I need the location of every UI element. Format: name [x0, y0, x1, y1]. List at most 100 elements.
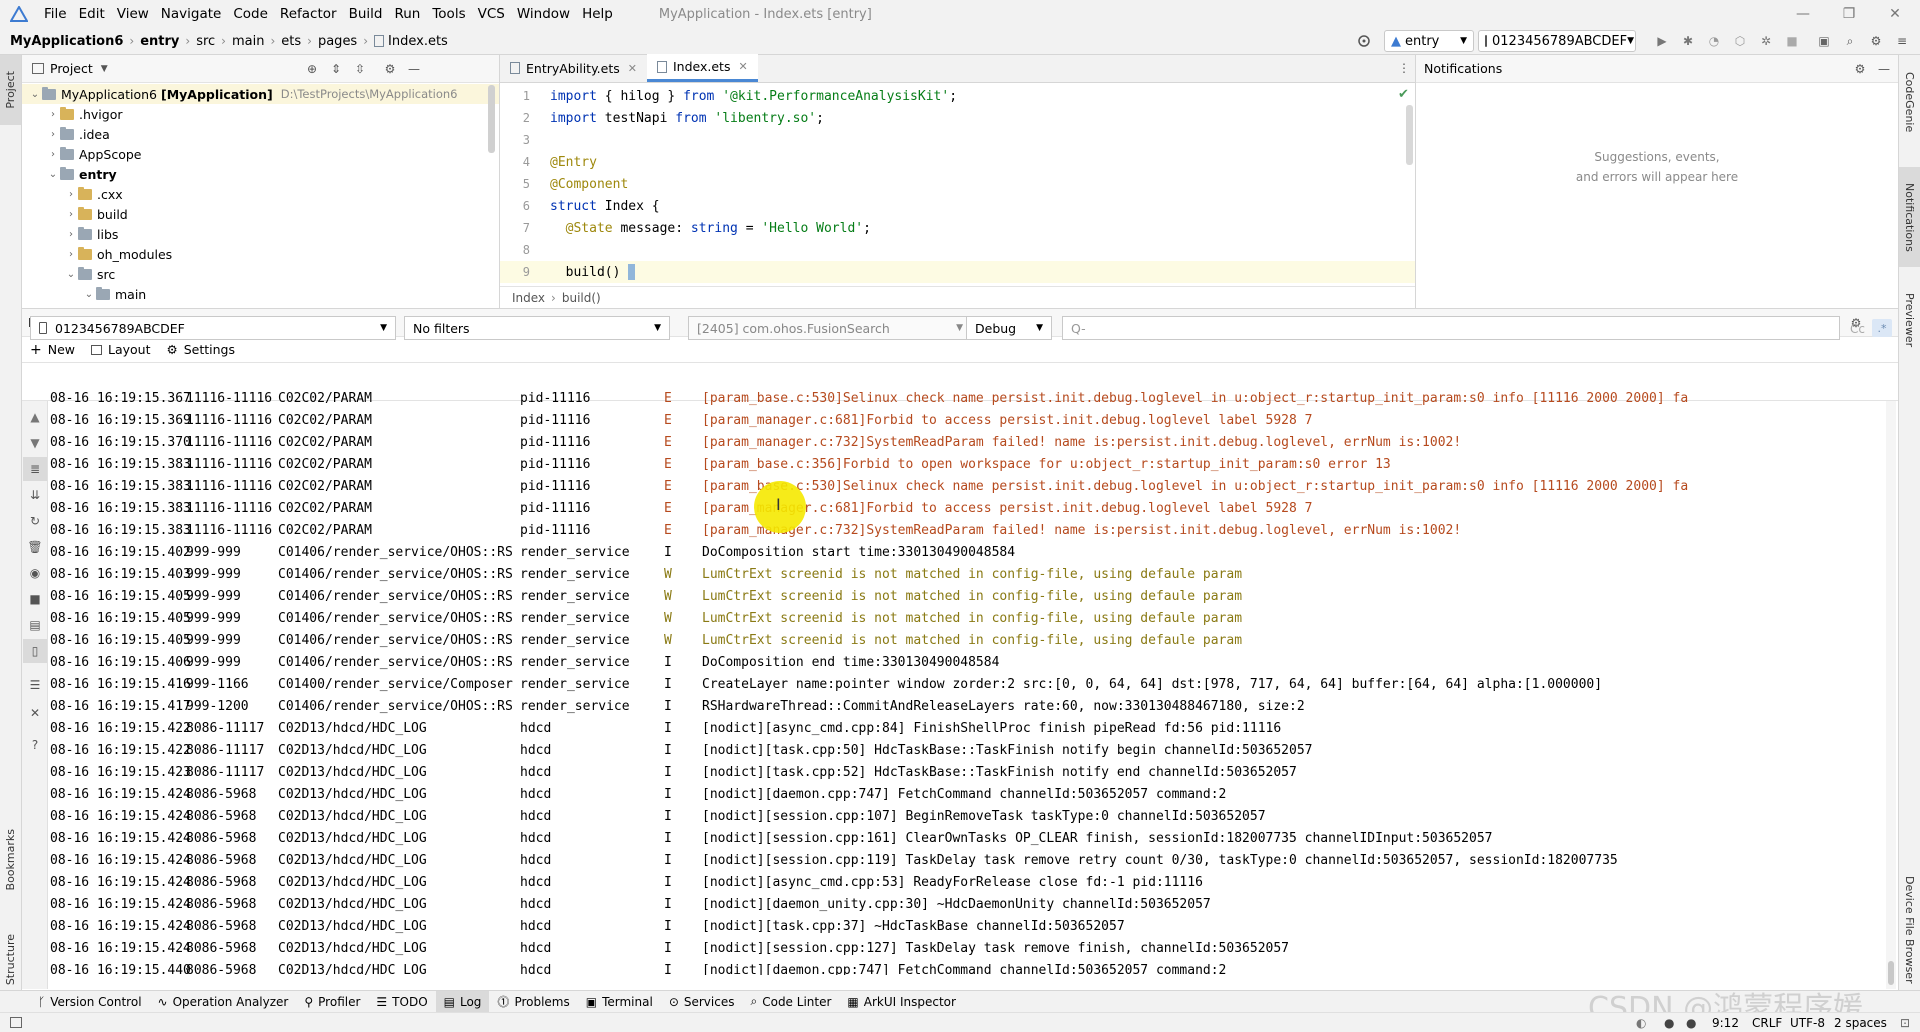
device-select[interactable]: 0123456789ABCDEF ▼	[30, 316, 396, 340]
tree-item[interactable]: ⌄ src	[22, 264, 499, 284]
gear-icon[interactable]: ⚙	[1848, 57, 1872, 81]
code-line[interactable]: 1 import { hilog } from '@kit.Performance…	[500, 85, 1415, 107]
chevron-right-icon[interactable]: ›	[46, 129, 60, 140]
chevron-right-icon[interactable]: ›	[64, 209, 78, 220]
log-row[interactable]: 08-16 16:19:15.405 999-999 C01406/render_s…	[48, 607, 1898, 629]
menu-code[interactable]: Code	[227, 6, 274, 22]
breadcrumb-pages[interactable]: pages	[314, 34, 361, 49]
previewer-tool-button[interactable]: Previewer	[1899, 275, 1920, 365]
inspection-ok-icon[interactable]: ✔	[1398, 87, 1409, 102]
project-panel-title[interactable]: Project	[50, 61, 93, 76]
tree-item[interactable]: › build	[22, 204, 499, 224]
log-row[interactable]: 08-16 16:19:15.405 999-999 C01406/render_s…	[48, 585, 1898, 607]
scrollbar[interactable]	[1406, 105, 1413, 165]
bug-icon[interactable]: ✲	[1754, 29, 1778, 53]
log-row[interactable]: 08-16 16:19:15.417 999-1200 C01406/render_…	[48, 695, 1898, 717]
log-row[interactable]: 08-16 16:19:15.424 8086-5968 C02D13/hdcd/H…	[48, 937, 1898, 959]
lock-icon[interactable]: ⊡	[1900, 1016, 1910, 1030]
match-case-icon[interactable]: Cc	[1850, 322, 1865, 336]
tool-log[interactable]: ▤ Log	[435, 990, 490, 1013]
tree-item[interactable]: › .cxx	[22, 184, 499, 204]
log-search-input[interactable]: Q-	[1062, 316, 1840, 340]
tree-item[interactable]: › oh_modules	[22, 244, 499, 264]
filter-settings-icon[interactable]: ☰	[23, 673, 47, 697]
log-row[interactable]: 08-16 16:19:15.406 999-999 C01406/render_s…	[48, 651, 1898, 673]
status-dot-icon[interactable]: ●	[1686, 1016, 1696, 1030]
minimize-window-icon[interactable]: —	[1780, 0, 1826, 28]
more-tabs-icon[interactable]: ⋮	[1398, 61, 1410, 75]
screenshot-icon[interactable]: ◉	[23, 561, 47, 585]
log-row[interactable]: 08-16 16:19:15.370 11116-11116 C02C02/PARA…	[48, 431, 1898, 453]
code-line[interactable]: 7 @State message: string = 'Hello World'…	[500, 217, 1415, 239]
bookmarks-tool-button[interactable]: Bookmarks	[0, 805, 21, 915]
layout-icon[interactable]	[10, 1017, 22, 1028]
tab-entryability[interactable]: EntryAbility.ets ✕	[500, 54, 647, 82]
log-row[interactable]: 08-16 16:19:15.383 11116-11116 C02C02/PARA…	[48, 453, 1898, 475]
breadcrumb-main[interactable]: main	[228, 34, 268, 49]
chevron-down-icon[interactable]: ⌄	[28, 89, 42, 100]
gear-icon[interactable]: ⚙	[378, 57, 402, 81]
close-icon[interactable]: ✕	[738, 60, 747, 73]
close-window-icon[interactable]: ✕	[1872, 0, 1918, 28]
run-icon[interactable]: ▶	[1650, 29, 1674, 53]
log-row[interactable]: 08-16 16:19:15.402 999-999 C01406/render_s…	[48, 541, 1898, 563]
tool-profiler[interactable]: ⚲ Profiler	[296, 991, 368, 1013]
target-icon[interactable]	[1352, 29, 1376, 53]
tree-item[interactable]: › .idea	[22, 124, 499, 144]
menu-view[interactable]: View	[111, 6, 155, 22]
log-row[interactable]: 08-16 16:19:15.424 8086-5968 C02D13/hdcd/H…	[48, 805, 1898, 827]
scroll-up-icon[interactable]: ▲	[23, 405, 47, 429]
tool-code-linter[interactable]: ⌕ Code Linter	[742, 991, 839, 1013]
restore-window-icon[interactable]: ❐	[1826, 0, 1872, 28]
device-icon[interactable]: ▯	[23, 639, 47, 663]
menu-file[interactable]: File	[38, 6, 73, 22]
profile-icon[interactable]: ◔	[1702, 29, 1726, 53]
breadcrumb-method[interactable]: build()	[562, 291, 601, 305]
scroll-to-end-icon[interactable]: ⇊	[23, 483, 47, 507]
chevron-down-icon[interactable]: ⌄	[46, 169, 60, 180]
menu-window[interactable]: Window	[511, 6, 576, 22]
log-row[interactable]: 08-16 16:19:15.383 11116-11116 C02C02/PARA…	[48, 475, 1898, 497]
file-encoding[interactable]: UTF-8	[1790, 1016, 1825, 1030]
chevron-down-icon[interactable]: ⌄	[82, 289, 96, 300]
layout-button[interactable]: Layout	[83, 342, 159, 357]
tree-item[interactable]: ⌄ main	[22, 284, 499, 304]
log-row[interactable]: 08-16 16:19:15.424 8086-5968 C02D13/hdcd/H…	[48, 783, 1898, 805]
locate-icon[interactable]: ⊕	[300, 57, 324, 81]
breadcrumb-src[interactable]: src	[192, 34, 219, 49]
device-file-browser-tool-button[interactable]: Device File Browser	[1899, 855, 1920, 1005]
breadcrumb-project[interactable]: MyApplication6	[0, 34, 127, 49]
log-row[interactable]: 08-16 16:19:15.383 11116-11116 C02C02/PARA…	[48, 497, 1898, 519]
new-button[interactable]: + New	[22, 342, 83, 358]
close-icon[interactable]: ✕	[628, 62, 637, 75]
hide-icon[interactable]: —	[1872, 57, 1896, 81]
log-row[interactable]: 08-16 16:19:15.423 8086-11117 C02D13/hdcd/…	[48, 761, 1898, 783]
menu-refactor[interactable]: Refactor	[274, 6, 343, 22]
project-tool-button[interactable]: Project	[0, 55, 21, 125]
log-row[interactable]: 08-16 16:19:15.424 8086-5968 C02D13/hdcd/H…	[48, 915, 1898, 937]
log-row[interactable]: 08-16 16:19:15.424 8086-5968 C02D13/hdcd/H…	[48, 871, 1898, 893]
chevron-right-icon[interactable]: ›	[64, 249, 78, 260]
filter-select[interactable]: No filters ▼	[404, 316, 670, 340]
device-manager-icon[interactable]: ▣	[1812, 29, 1836, 53]
log-row[interactable]: 08-16 16:19:15.383 11116-11116 C02C02/PARA…	[48, 519, 1898, 541]
process-select[interactable]: [2405] com.ohos.FusionSearch ▼	[688, 316, 972, 340]
hamburger-icon[interactable]: ≡	[1890, 29, 1914, 53]
chevron-down-icon[interactable]: ▼	[101, 64, 108, 74]
tree-item[interactable]: ⌄ entry	[22, 164, 499, 184]
chevron-right-icon[interactable]: ›	[46, 109, 60, 120]
hide-icon[interactable]: —	[402, 57, 426, 81]
code-line[interactable]: 6 struct Index {	[500, 195, 1415, 217]
debug-icon[interactable]: ✱	[1676, 29, 1700, 53]
tree-item[interactable]: › .hvigor	[22, 104, 499, 124]
attach-debugger-icon[interactable]: ⬡	[1728, 29, 1752, 53]
code-line[interactable]: 8	[500, 239, 1415, 261]
module-combo[interactable]: ▲ entry ▼	[1384, 30, 1474, 52]
stop-icon[interactable]: ■	[1780, 29, 1804, 53]
chevron-right-icon[interactable]: ›	[64, 189, 78, 200]
menu-help[interactable]: Help	[576, 6, 619, 22]
code-line[interactable]: 4 @Entry	[500, 151, 1415, 173]
codegenie-tool-button[interactable]: CodeGenie	[1899, 55, 1920, 150]
log-row[interactable]: 08-16 16:19:15.422 8086-11117 C02D13/hdcd/…	[48, 717, 1898, 739]
breadcrumb-struct[interactable]: Index	[512, 291, 545, 305]
